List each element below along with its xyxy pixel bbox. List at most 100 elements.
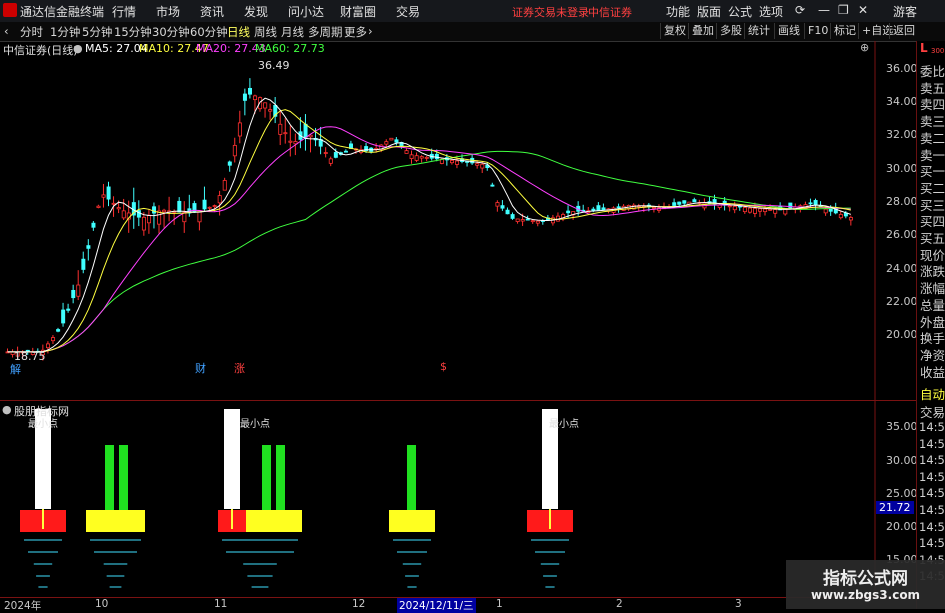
menu-layout[interactable]: 版面 bbox=[697, 3, 721, 20]
candle-body bbox=[46, 343, 51, 349]
candle-body bbox=[91, 222, 96, 228]
adjust-button[interactable]: 复权 bbox=[660, 23, 689, 39]
y-tick-20: 20.00 bbox=[886, 328, 918, 341]
candle-body bbox=[596, 205, 601, 211]
candle-body bbox=[61, 309, 66, 324]
multi-stock-button[interactable]: 多股 bbox=[716, 23, 745, 39]
watermark-line2: www.zbgs3.com bbox=[810, 588, 921, 602]
period-multi[interactable]: 多周期 bbox=[308, 24, 343, 40]
signal-stem bbox=[549, 509, 551, 529]
period-more[interactable]: 更多 bbox=[344, 24, 367, 40]
app-title: 通达信金融终端 bbox=[20, 5, 105, 19]
candle-body bbox=[106, 186, 111, 200]
broker-notice[interactable]: 中信证券 bbox=[588, 4, 632, 20]
x-label-dec: 12 bbox=[352, 598, 366, 610]
indicator-svg bbox=[20, 401, 876, 597]
period-30min[interactable]: 30分钟 bbox=[152, 24, 190, 40]
refresh-icon[interactable]: ⟳ bbox=[795, 3, 805, 17]
back-arrow-icon[interactable]: ‹ bbox=[4, 24, 9, 38]
close-icon[interactable]: ✕ bbox=[858, 3, 868, 17]
kline-chart-area[interactable]: 中信证券(日线) ● MA5: 27.04 MA10: 27.47 MA20: … bbox=[0, 41, 918, 400]
candle-body bbox=[616, 206, 621, 209]
candle-body bbox=[490, 184, 495, 187]
period-1min[interactable]: 1分钟 bbox=[50, 24, 80, 40]
candle-body bbox=[475, 163, 480, 166]
menu-wealth[interactable]: 财富圈 bbox=[340, 3, 376, 20]
signal-label-1: 最小点 bbox=[28, 419, 58, 430]
candle-body bbox=[601, 207, 606, 211]
period-monthly[interactable]: 月线 bbox=[281, 24, 304, 40]
event-mark-icon[interactable]: $ bbox=[440, 360, 447, 373]
menu-options[interactable]: 选项 bbox=[759, 3, 783, 20]
statistics-button[interactable]: 统计 bbox=[744, 23, 773, 39]
signal-yellow-base bbox=[86, 510, 145, 532]
menu-news[interactable]: 资讯 bbox=[200, 3, 224, 20]
login-notice[interactable]: 证券交易未登录 bbox=[512, 4, 589, 20]
period-60min[interactable]: 60分钟 bbox=[190, 24, 228, 40]
candle-body bbox=[86, 245, 91, 249]
menu-quotes[interactable]: 行情 bbox=[112, 3, 136, 20]
f10-button[interactable]: F10 bbox=[804, 23, 831, 39]
mark-button[interactable]: 标记 bbox=[830, 23, 859, 39]
menu-discover[interactable]: 发现 bbox=[244, 3, 268, 20]
candle-body bbox=[111, 202, 116, 205]
candle-body bbox=[535, 220, 540, 224]
stock-title[interactable]: 中信证券(日线) bbox=[3, 42, 78, 58]
period-15min[interactable]: 15分钟 bbox=[114, 24, 152, 40]
candle-body bbox=[293, 141, 298, 145]
candle-body bbox=[788, 202, 793, 209]
signal-green-bar bbox=[119, 445, 128, 510]
ma60-label: MA60: 27.73 bbox=[255, 42, 325, 55]
candle-body bbox=[152, 206, 157, 214]
period-intraday[interactable]: 分时 bbox=[20, 24, 43, 40]
candle-body bbox=[76, 284, 81, 297]
candle-body bbox=[763, 208, 768, 213]
trade-tab[interactable]: 交易 bbox=[920, 402, 945, 421]
quote-field-18[interactable]: 收益 bbox=[920, 362, 945, 381]
menu-trade[interactable]: 交易 bbox=[396, 3, 420, 20]
menu-function[interactable]: 功能 bbox=[666, 3, 690, 20]
candle-body bbox=[232, 144, 237, 157]
menu-formula[interactable]: 公式 bbox=[728, 3, 752, 20]
finance-mark[interactable]: 财 bbox=[195, 360, 206, 376]
guest-label[interactable]: 游客 bbox=[893, 3, 917, 20]
candle-body bbox=[773, 209, 778, 214]
candle-body bbox=[56, 329, 61, 332]
signal-green-bar bbox=[105, 445, 114, 510]
trade-time-5: 14:56 bbox=[919, 503, 945, 517]
limit-up-mark[interactable]: 涨 bbox=[234, 360, 245, 376]
date-axis: 2024年 10 11 12 2024/12/11/三 1 2 3 bbox=[0, 597, 916, 613]
menu-market[interactable]: 市场 bbox=[156, 3, 180, 20]
ma-settings-icon[interactable]: ● bbox=[73, 42, 83, 55]
indicator-settings-icon[interactable]: ● bbox=[2, 403, 12, 416]
candle-body bbox=[207, 206, 212, 209]
minimize-icon[interactable]: — bbox=[818, 3, 830, 17]
period-weekly[interactable]: 周线 bbox=[254, 24, 277, 40]
x-label-nov: 11 bbox=[214, 598, 228, 610]
more-dropdown-icon[interactable]: › bbox=[368, 24, 373, 38]
menu-bar: 通达信金融终端 行情 市场 资讯 发现 问小达 财富圈 交易 证券交易未登录 中… bbox=[0, 0, 945, 23]
unlock-mark-icon[interactable]: 解 bbox=[10, 361, 21, 377]
indicator-chart-area[interactable]: ● 股朋指标网 最小点 最小点 最小点 35.00 30.00 25.00 20… bbox=[0, 401, 918, 597]
trade-time-2: 14:56 bbox=[919, 453, 945, 468]
auto-toggle[interactable]: 自动 bbox=[920, 384, 945, 403]
candle-body bbox=[333, 152, 338, 158]
index-badge[interactable]: L 300 bbox=[920, 41, 944, 57]
restore-icon[interactable]: ❐ bbox=[838, 3, 849, 17]
sub-y-tick-35: 35.00 bbox=[886, 420, 918, 433]
signal-stem bbox=[42, 509, 44, 529]
return-button[interactable]: 返回 bbox=[889, 23, 918, 39]
candle-body bbox=[278, 123, 283, 135]
candle-body bbox=[692, 199, 697, 203]
candle-body bbox=[162, 209, 167, 213]
overlay-button[interactable]: 叠加 bbox=[688, 23, 717, 39]
zoom-in-icon[interactable]: ⊕ bbox=[860, 41, 869, 54]
draw-line-button[interactable]: 画线 bbox=[774, 23, 803, 39]
candle-body bbox=[753, 208, 758, 214]
menu-ask[interactable]: 问小达 bbox=[288, 3, 324, 20]
candle-body bbox=[747, 207, 752, 213]
period-daily[interactable]: 日线 bbox=[227, 24, 250, 40]
candle-body bbox=[424, 156, 429, 159]
period-5min[interactable]: 5分钟 bbox=[82, 24, 112, 40]
candle-body bbox=[677, 201, 682, 205]
